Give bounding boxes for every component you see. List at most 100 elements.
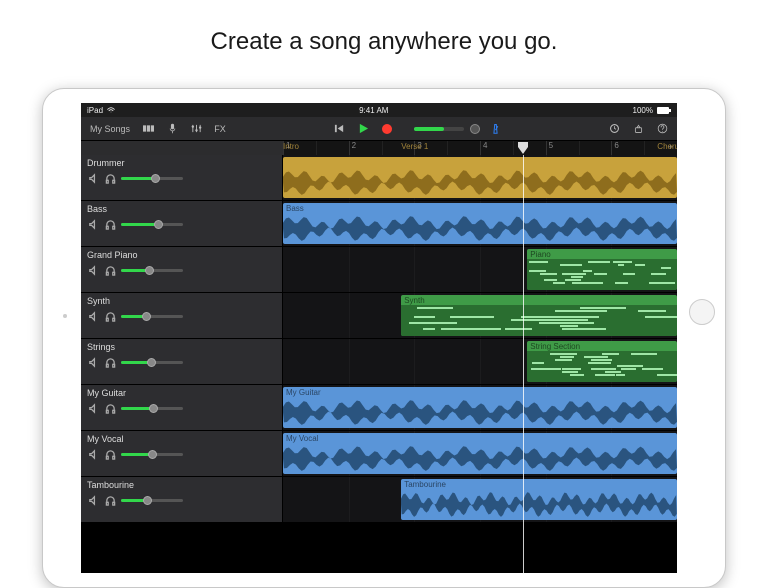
track-volume-slider[interactable] — [121, 407, 183, 410]
track-volume-slider[interactable] — [121, 269, 183, 272]
track-name: Grand Piano — [87, 250, 138, 260]
track-volume-slider[interactable] — [121, 499, 183, 502]
mute-icon[interactable] — [87, 264, 99, 276]
my-songs-button[interactable]: My Songs — [87, 120, 133, 138]
track-header[interactable]: My Vocal — [81, 431, 283, 476]
loop-browser-button[interactable] — [605, 120, 623, 138]
wifi-icon — [107, 106, 115, 114]
device-camera — [63, 314, 67, 318]
master-knob[interactable] — [470, 124, 480, 134]
track-header[interactable]: Drummer — [81, 155, 283, 200]
region[interactable]: Tambourine — [401, 479, 677, 520]
section-marker[interactable]: Chorus — [657, 142, 677, 151]
headphones-icon[interactable] — [104, 356, 116, 368]
track-volume-slider[interactable] — [121, 315, 183, 318]
settings-button[interactable] — [629, 120, 647, 138]
section-marker[interactable]: Intro — [283, 142, 299, 151]
ipad-frame: iPad 9:41 AM 100% My Songs FX — [42, 88, 726, 588]
region-label: My Vocal — [286, 434, 318, 443]
track-name: Tambourine — [87, 480, 134, 490]
track-volume-slider[interactable] — [121, 223, 183, 226]
region-label: Bass — [286, 204, 304, 213]
battery-icon — [657, 107, 671, 114]
region[interactable]: Synth — [401, 295, 677, 336]
track-lane: My Guitar My Guitar — [81, 385, 677, 431]
mic-button[interactable] — [163, 120, 181, 138]
headphones-icon[interactable] — [104, 218, 116, 230]
track-strip[interactable]: String Section — [283, 339, 677, 384]
region[interactable]: String Section — [527, 341, 677, 382]
track-name: My Guitar — [87, 388, 126, 398]
region[interactable]: My Guitar — [283, 387, 677, 428]
record-button[interactable] — [378, 120, 396, 138]
home-button[interactable] — [689, 299, 715, 325]
track-volume-slider[interactable] — [121, 453, 183, 456]
help-button[interactable] — [653, 120, 671, 138]
track-header[interactable]: Grand Piano — [81, 247, 283, 292]
app-screen: iPad 9:41 AM 100% My Songs FX — [81, 103, 677, 573]
rewind-button[interactable] — [330, 120, 348, 138]
mute-icon[interactable] — [87, 494, 99, 506]
track-strip[interactable]: Bass — [283, 201, 677, 246]
device-label: iPad — [87, 106, 103, 115]
timeline-ruler[interactable]: + 1234567IntroVerse 1Chorus — [81, 141, 677, 155]
track-header[interactable]: Bass — [81, 201, 283, 246]
track-header[interactable]: Tambourine — [81, 477, 283, 522]
mute-icon[interactable] — [87, 356, 99, 368]
track-volume-slider[interactable] — [121, 177, 183, 180]
status-bar: iPad 9:41 AM 100% — [81, 103, 677, 117]
clock-label: 9:41 AM — [359, 106, 388, 115]
track-strip[interactable]: Piano — [283, 247, 677, 292]
battery-pct: 100% — [633, 106, 653, 115]
track-strip[interactable] — [283, 155, 677, 200]
track-controls-button[interactable] — [187, 120, 205, 138]
track-volume-slider[interactable] — [121, 361, 183, 364]
headphones-icon[interactable] — [104, 264, 116, 276]
region-label: Piano — [530, 250, 550, 259]
mute-icon[interactable] — [87, 448, 99, 460]
region[interactable]: Bass — [283, 203, 677, 244]
fx-button[interactable]: FX — [211, 120, 229, 138]
region[interactable]: My Vocal — [283, 433, 677, 474]
region-label: My Guitar — [286, 388, 321, 397]
region[interactable]: Piano — [527, 249, 677, 290]
headphones-icon[interactable] — [104, 310, 116, 322]
track-strip[interactable]: Tambourine — [283, 477, 677, 522]
track-lane: Drummer — [81, 155, 677, 201]
play-button[interactable] — [354, 120, 372, 138]
tracks-area: Drummer Bass BassGrand Piano PianoSynth — [81, 155, 677, 573]
region-label: String Section — [530, 342, 580, 351]
master-volume-slider[interactable] — [414, 127, 464, 131]
headphones-icon[interactable] — [104, 402, 116, 414]
playhead-line[interactable] — [523, 155, 524, 573]
track-strip[interactable]: My Guitar — [283, 385, 677, 430]
metronome-button[interactable] — [486, 120, 504, 138]
mute-icon[interactable] — [87, 218, 99, 230]
track-name: Bass — [87, 204, 107, 214]
mute-icon[interactable] — [87, 172, 99, 184]
track-lane: Grand Piano Piano — [81, 247, 677, 293]
mute-icon[interactable] — [87, 402, 99, 414]
track-name: Strings — [87, 342, 115, 352]
bar-tick: 6 — [611, 141, 618, 155]
track-lane: Bass Bass — [81, 201, 677, 247]
playhead-icon[interactable] — [518, 141, 528, 153]
headphones-icon[interactable] — [104, 448, 116, 460]
track-header[interactable]: My Guitar — [81, 385, 283, 430]
track-name: Synth — [87, 296, 110, 306]
section-marker[interactable]: Verse 1 — [401, 142, 428, 151]
headphones-icon[interactable] — [104, 172, 116, 184]
region-label: Tambourine — [404, 480, 446, 489]
tracks-view-button[interactable] — [139, 120, 157, 138]
toolbar: My Songs FX — [81, 117, 677, 141]
mute-icon[interactable] — [87, 310, 99, 322]
track-strip[interactable]: Synth — [283, 293, 677, 338]
track-strip[interactable]: My Vocal — [283, 431, 677, 476]
track-lane: My Vocal My Vocal — [81, 431, 677, 477]
headphones-icon[interactable] — [104, 494, 116, 506]
region[interactable] — [283, 157, 677, 198]
track-name: Drummer — [87, 158, 125, 168]
bar-tick: 4 — [480, 141, 487, 155]
track-header[interactable]: Strings — [81, 339, 283, 384]
track-header[interactable]: Synth — [81, 293, 283, 338]
